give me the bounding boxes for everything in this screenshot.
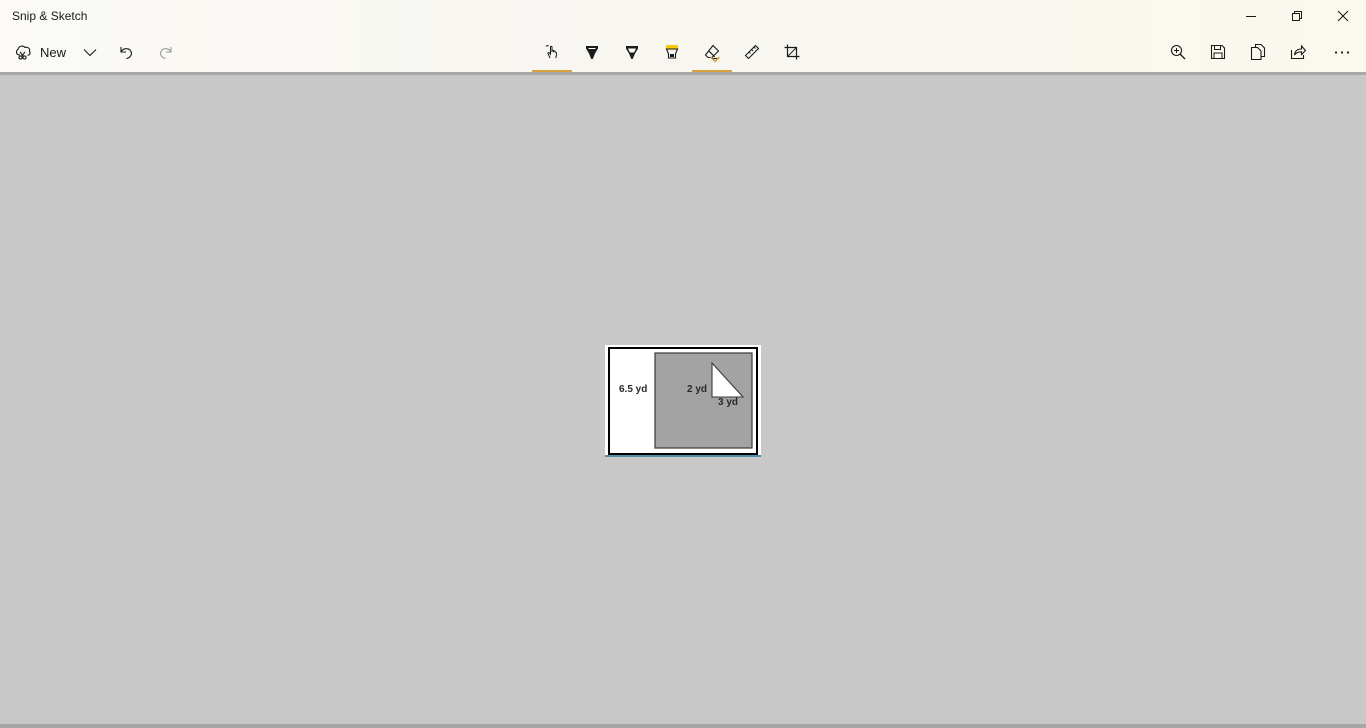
eraser-button[interactable] <box>692 32 732 72</box>
toolbar: New <box>0 32 1366 72</box>
bottom-edge <box>0 724 1366 728</box>
redo-icon <box>160 47 172 60</box>
restore-button[interactable] <box>1274 0 1320 32</box>
minimize-button[interactable] <box>1228 0 1274 32</box>
triangle-base-label: 3 yd <box>718 397 739 408</box>
new-dropdown-button[interactable] <box>70 32 110 72</box>
crop-icon <box>784 44 800 60</box>
triangle-height-label: 2 yd <box>687 384 708 395</box>
close-icon <box>1337 10 1349 22</box>
highlighter-button[interactable] <box>652 32 692 72</box>
copy-icon <box>1250 43 1266 61</box>
share-button[interactable] <box>1278 32 1318 72</box>
outer-side-label: 6.5 yd <box>619 384 648 395</box>
save-icon <box>1210 44 1226 60</box>
title-bar[interactable]: Snip & Sketch <box>0 0 1366 32</box>
pencil-icon <box>626 46 638 59</box>
app-chrome: Snip & Sketch New <box>0 0 1366 72</box>
app-title: Snip & Sketch <box>12 9 88 23</box>
close-button[interactable] <box>1320 0 1366 32</box>
canvas-area[interactable]: 6.5 yd 2 yd 3 yd <box>0 75 1366 724</box>
ballpoint-pen-icon <box>586 46 598 59</box>
pencil-button[interactable] <box>612 32 652 72</box>
chevron-down-icon <box>83 49 97 57</box>
ruler-button[interactable] <box>732 32 772 72</box>
ballpoint-pen-button[interactable] <box>572 32 612 72</box>
copy-button[interactable] <box>1238 32 1278 72</box>
snip-icon <box>15 45 31 60</box>
touch-writing-button[interactable] <box>532 32 572 72</box>
ruler-icon <box>744 44 760 60</box>
save-button[interactable] <box>1198 32 1238 72</box>
eraser-options-chevron-icon <box>709 56 721 63</box>
crop-button[interactable] <box>772 32 812 72</box>
more-icon <box>1334 51 1350 54</box>
zoom-button[interactable] <box>1158 32 1198 72</box>
undo-button[interactable] <box>106 32 146 72</box>
highlighter-icon <box>665 45 679 59</box>
restore-icon <box>1292 11 1302 21</box>
redo-button[interactable] <box>146 32 186 72</box>
undo-icon <box>120 47 132 60</box>
snip-image[interactable]: 6.5 yd 2 yd 3 yd <box>605 345 761 457</box>
zoom-in-icon <box>1170 44 1186 60</box>
minimize-icon <box>1246 16 1256 17</box>
new-label: New <box>40 44 67 60</box>
touch-writing-icon <box>545 44 557 59</box>
share-icon <box>1290 44 1307 60</box>
more-options-button[interactable] <box>1322 32 1362 72</box>
